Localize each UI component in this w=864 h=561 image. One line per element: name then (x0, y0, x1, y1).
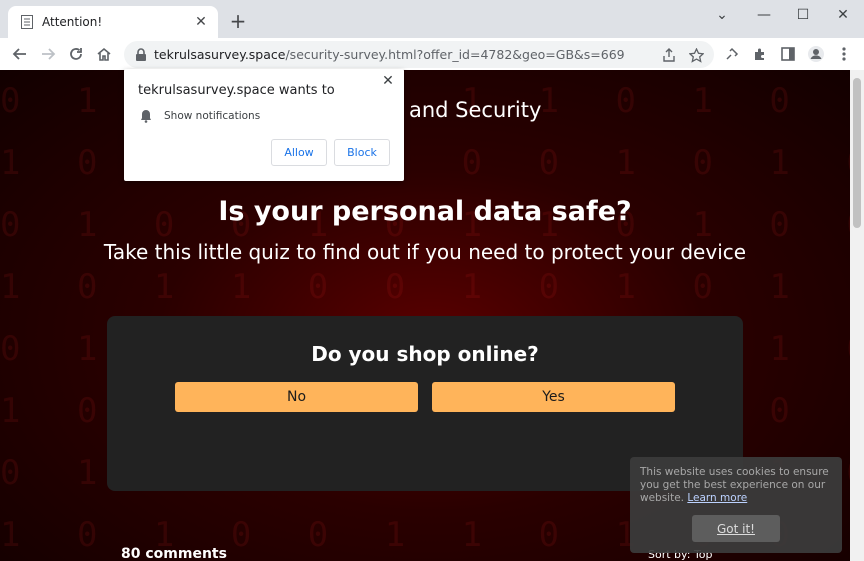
share-icon[interactable] (660, 46, 678, 64)
comments-count: 80 comments (121, 546, 227, 561)
url-text: tekrulsasurvey.space/security-survey.htm… (154, 47, 624, 62)
reload-icon[interactable] (64, 42, 88, 66)
tab-close-icon[interactable]: ✕ (192, 13, 210, 31)
document-icon (20, 15, 34, 29)
notification-permission-popup: tekrulsasurvey.space wants to ✕ Show not… (124, 69, 404, 181)
minimize-button[interactable]: — (745, 4, 783, 26)
url-host: tekrulsasurvey.space (154, 47, 286, 62)
page-header-text: and Security (409, 98, 542, 122)
extensions-icon[interactable] (748, 42, 772, 66)
answer-no-button[interactable]: No (175, 382, 418, 412)
bell-icon (138, 108, 154, 124)
home-icon[interactable] (92, 42, 116, 66)
menu-kebab-icon[interactable] (832, 42, 856, 66)
new-tab-button[interactable]: + (228, 11, 248, 32)
answer-yes-button[interactable]: Yes (432, 382, 675, 412)
learn-more-link[interactable]: Learn more (687, 492, 747, 504)
chevron-down-icon[interactable]: ⌄ (703, 4, 741, 26)
allow-button[interactable]: Allow (271, 139, 327, 166)
address-bar[interactable]: tekrulsasurvey.space/security-survey.htm… (124, 41, 714, 68)
permission-row: Show notifications (138, 108, 260, 124)
cookie-banner: This website uses cookies to ensure you … (630, 457, 842, 553)
page-headline: Is your personal data safe? (218, 196, 632, 227)
close-icon[interactable]: ✕ (380, 73, 396, 89)
lock-icon[interactable] (134, 48, 148, 62)
permission-label: Show notifications (164, 110, 261, 122)
window-close-button[interactable]: ✕ (824, 4, 862, 26)
side-panel-icon[interactable] (776, 42, 800, 66)
back-arrow-icon[interactable] (8, 42, 32, 66)
extension-puzzle-icon[interactable] (720, 42, 744, 66)
page-subheadline: Take this little quiz to find out if you… (103, 240, 747, 264)
tab-attention[interactable]: Attention! ✕ (8, 6, 218, 38)
url-path: /security-survey.html?offer_id=4782&geo=… (285, 47, 624, 62)
cookie-accept-button[interactable]: Got it! (692, 515, 780, 542)
scrollbar-thumb[interactable] (853, 78, 861, 228)
profile-avatar-icon[interactable] (804, 42, 828, 66)
tab-strip: Attention! ✕ + ⌄ — ☐ ✕ (0, 0, 864, 38)
bookmark-star-icon[interactable] (687, 46, 705, 64)
cookie-message: This website uses cookies to ensure you … (640, 466, 835, 505)
page-scrollbar[interactable] (850, 70, 864, 561)
maximize-button[interactable]: ☐ (784, 4, 822, 26)
tab-title: Attention! (42, 15, 103, 29)
permission-title: tekrulsasurvey.space wants to (138, 83, 335, 98)
quiz-question: Do you shop online? (311, 342, 539, 366)
browser-toolbar: tekrulsasurvey.space/security-survey.htm… (0, 38, 864, 70)
block-button[interactable]: Block (334, 139, 390, 166)
forward-arrow-icon[interactable] (36, 42, 60, 66)
